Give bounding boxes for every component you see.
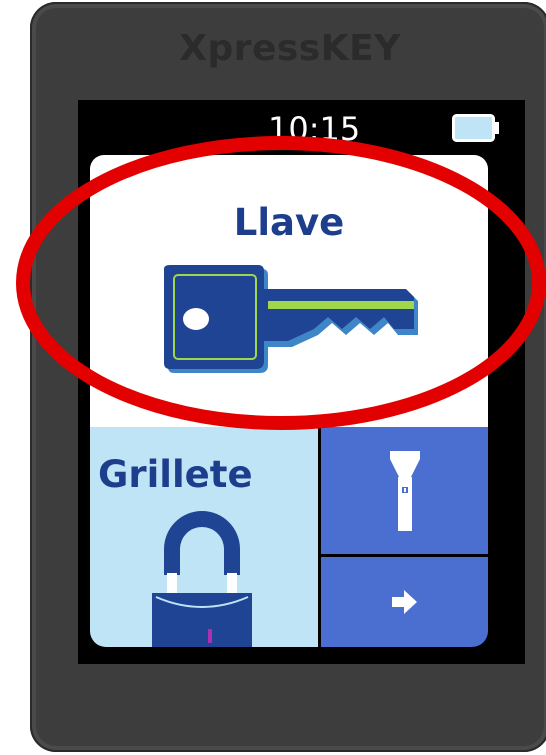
next-tile[interactable] [321, 557, 488, 647]
key-icon [164, 265, 418, 373]
status-bar: 10:15 [78, 100, 525, 156]
arrow-right-icon [391, 590, 417, 614]
device-screen: 10:15 Llave Grillete [78, 100, 525, 664]
flashlight-icon [389, 450, 420, 531]
device-body: XpressKEY 10:15 Llave Grillete [30, 2, 546, 752]
key-tile-label: Llave [233, 201, 345, 244]
flashlight-tile[interactable] [321, 427, 488, 554]
lower-menu: Grillete [90, 427, 488, 647]
battery-icon [452, 114, 499, 142]
stage: XpressKEY 10:15 Llave Grillete [0, 0, 546, 755]
key-tile[interactable]: Llave [90, 155, 488, 427]
status-time: 10:15 [268, 110, 361, 148]
shackle-tile-label: Grillete [98, 453, 253, 496]
padlock-icon [152, 511, 252, 647]
device-brand: XpressKEY [179, 28, 401, 69]
shackle-tile[interactable]: Grillete [90, 427, 318, 647]
